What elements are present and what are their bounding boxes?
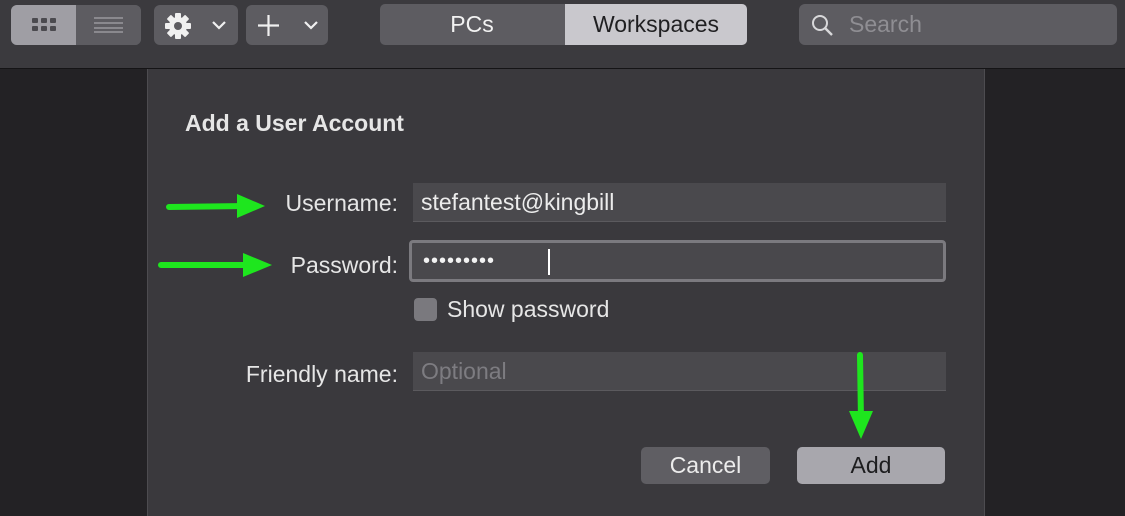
pcs-workspaces-segmented-control: PCs Workspaces	[380, 4, 747, 45]
show-password-label[interactable]: Show password	[447, 296, 609, 323]
friendly-name-label: Friendly name:	[245, 361, 398, 387]
gear-icon	[165, 13, 191, 39]
sheet-right-border	[984, 69, 985, 516]
grid-view-button[interactable]	[11, 5, 76, 45]
add-button[interactable]: Add	[797, 447, 945, 484]
chevron-down-icon	[212, 21, 226, 30]
password-masked-value: •••••••••	[423, 250, 496, 272]
dialog-title: Add a User Account	[185, 110, 404, 136]
username-label: Username:	[285, 190, 398, 216]
password-field[interactable]: •••••••••	[409, 240, 946, 282]
view-toggle	[11, 5, 141, 45]
username-field[interactable]: stefantest@kingbill	[413, 183, 946, 222]
arrow-to-username	[166, 194, 265, 218]
list-view-button[interactable]	[76, 5, 141, 45]
username-value: stefantest@kingbill	[421, 189, 615, 215]
cancel-button[interactable]: Cancel	[641, 447, 770, 484]
friendly-name-placeholder: Optional	[421, 358, 507, 384]
search-placeholder: Search	[849, 11, 922, 37]
tab-pcs[interactable]: PCs	[380, 4, 564, 45]
arrow-to-password	[158, 253, 272, 277]
search-icon	[812, 15, 833, 36]
add-menu-button[interactable]	[246, 5, 328, 45]
grid-icon	[32, 18, 56, 32]
toolbar: PCs Workspaces Search	[0, 0, 1125, 69]
tab-workspaces[interactable]: Workspaces	[565, 4, 747, 45]
show-password-checkbox[interactable]	[414, 298, 437, 321]
chevron-down-icon	[304, 21, 318, 30]
plus-icon	[258, 15, 279, 36]
list-icon	[94, 17, 123, 33]
arrow-to-add-button	[849, 352, 873, 439]
settings-menu-button[interactable]	[154, 5, 238, 45]
text-caret	[548, 249, 550, 275]
search-field[interactable]: Search	[799, 4, 1117, 45]
